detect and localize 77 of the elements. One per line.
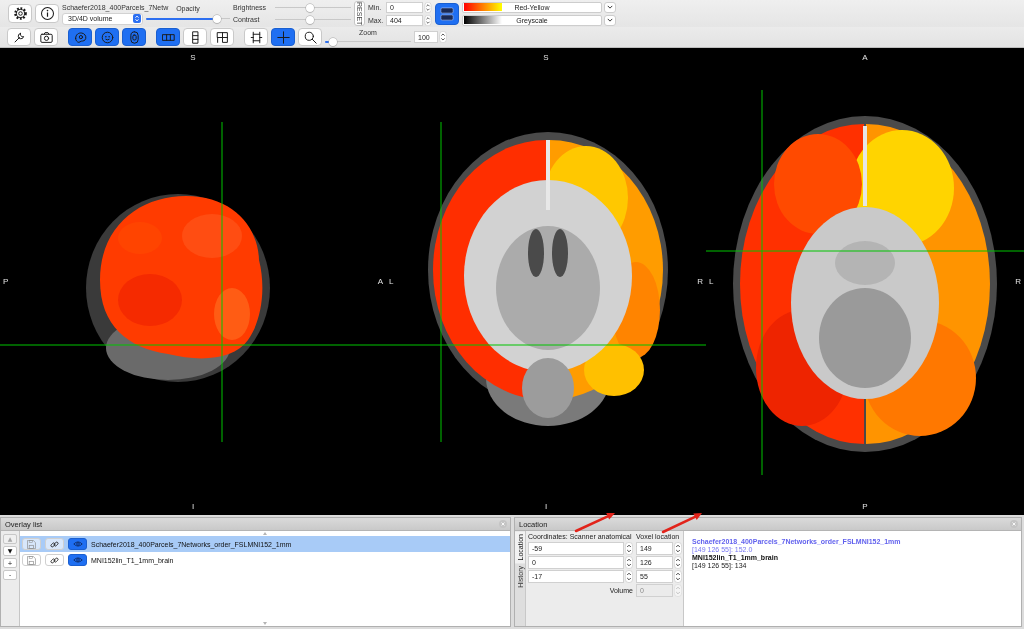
slice-view[interactable]: S L R I xyxy=(386,48,706,515)
grid-layout-icon xyxy=(215,30,229,44)
opacity-slider[interactable] xyxy=(146,14,230,23)
view-toggle-button[interactable] xyxy=(68,28,92,46)
annotation-arrow xyxy=(574,513,615,533)
slider-thumb[interactable] xyxy=(212,14,221,23)
dropdown-button[interactable] xyxy=(604,1,616,13)
plus-icon xyxy=(276,30,290,44)
face-icon xyxy=(100,30,114,44)
stepper-icon[interactable] xyxy=(625,556,633,569)
screenshot-button[interactable] xyxy=(34,28,58,46)
head-profile-icon xyxy=(73,30,87,44)
link-button[interactable] xyxy=(45,538,64,550)
dropdown-stepper-icon xyxy=(133,14,141,23)
camera-icon xyxy=(39,30,53,44)
slider-thumb[interactable] xyxy=(305,15,314,24)
settings-button[interactable] xyxy=(8,4,32,23)
chevron-down-icon xyxy=(607,5,613,9)
brightness-slider[interactable] xyxy=(275,3,351,12)
orientation-label: R xyxy=(1015,277,1021,286)
layout-button[interactable] xyxy=(156,28,180,46)
stepper-icon[interactable] xyxy=(674,556,682,569)
stepper-icon[interactable] xyxy=(439,31,447,43)
eye-icon xyxy=(72,541,83,547)
orientation-label: R xyxy=(697,277,703,286)
orientation-label: L xyxy=(709,277,714,286)
info-button[interactable] xyxy=(35,4,59,23)
slider-thumb[interactable] xyxy=(305,3,314,12)
stacked-bars-icon xyxy=(440,6,454,21)
annotation-arrow xyxy=(661,513,702,534)
orientation-label: A xyxy=(377,277,383,286)
contrast-slider[interactable] xyxy=(275,15,351,24)
info-icon xyxy=(40,7,54,20)
link-icon xyxy=(50,555,59,565)
frame-button[interactable] xyxy=(244,28,268,46)
cursor-toggle-button[interactable] xyxy=(271,28,295,46)
slice-view[interactable]: A L R P xyxy=(706,48,1024,515)
frame-icon xyxy=(249,30,263,44)
orientation-label: I xyxy=(191,502,195,511)
view-toggle-button[interactable] xyxy=(95,28,119,46)
save-button[interactable] xyxy=(22,554,41,566)
orientation-label: I xyxy=(544,502,548,511)
dropdown-button[interactable] xyxy=(604,14,616,26)
stepper-icon[interactable] xyxy=(424,14,432,26)
save-icon xyxy=(27,555,36,565)
stepper-icon[interactable] xyxy=(674,570,682,583)
orientation-label: P xyxy=(862,502,868,511)
view-toggle-button[interactable] xyxy=(122,28,146,46)
orientation-label: S xyxy=(543,53,549,62)
chevron-down-icon xyxy=(607,18,613,22)
save-icon xyxy=(27,539,36,549)
orientation-label: S xyxy=(190,53,196,62)
stepper-icon[interactable] xyxy=(625,542,633,555)
scroll-down-icon xyxy=(263,622,267,625)
slider-thumb[interactable] xyxy=(328,37,337,46)
gradient-swatch-icon xyxy=(464,3,502,11)
stepper-icon[interactable] xyxy=(424,1,432,13)
link-icon xyxy=(50,539,59,549)
link-button[interactable] xyxy=(45,554,64,566)
visibility-button[interactable] xyxy=(68,538,87,550)
toggle-button[interactable] xyxy=(435,2,459,25)
eye-icon xyxy=(72,557,83,563)
orientation-label: P xyxy=(3,277,9,286)
visibility-button[interactable] xyxy=(68,554,87,566)
stepper-icon[interactable] xyxy=(625,570,633,583)
search-icon xyxy=(303,30,317,44)
slice-view[interactable]: S P A I xyxy=(0,48,386,515)
gear-icon xyxy=(13,7,27,20)
orientation-label: A xyxy=(862,53,868,62)
head-top-icon xyxy=(127,30,141,44)
settings-button[interactable] xyxy=(7,28,31,46)
gradient-swatch-icon xyxy=(464,16,502,24)
wrench-icon xyxy=(12,30,26,44)
orientation-label: L xyxy=(389,277,394,286)
stepper-icon[interactable] xyxy=(674,542,682,555)
zoom-slider[interactable] xyxy=(325,37,411,46)
zoom-button[interactable] xyxy=(298,28,322,46)
